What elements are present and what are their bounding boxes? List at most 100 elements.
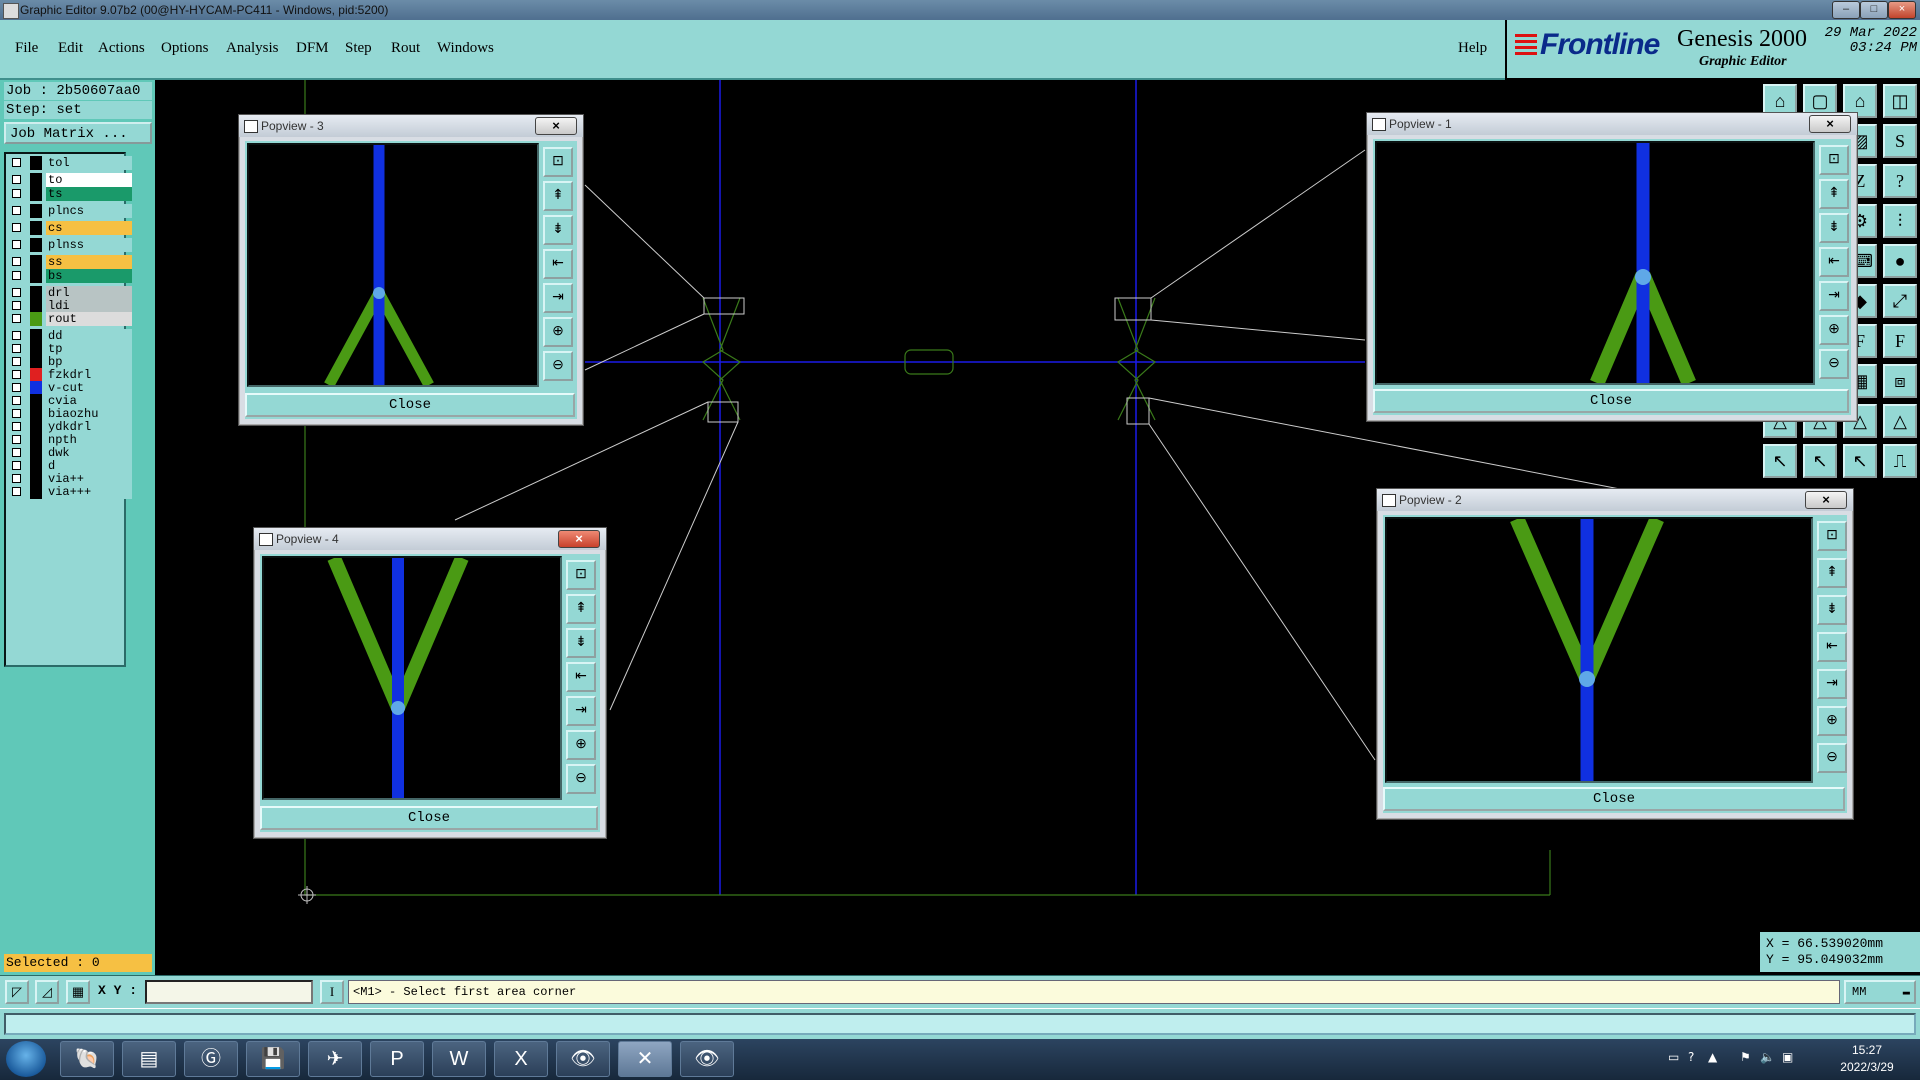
layer-name[interactable]: bp <box>46 355 132 369</box>
taskbar-app-word[interactable]: W <box>432 1041 486 1077</box>
menu-windows[interactable]: Windows <box>437 40 494 57</box>
layer-color-swatch[interactable] <box>30 407 42 421</box>
taskbar-app-notepad[interactable]: ▤ <box>122 1041 176 1077</box>
layer-checkbox[interactable] <box>12 206 21 215</box>
layer-checkbox[interactable] <box>12 240 21 249</box>
popview-3-close-x[interactable]: × <box>535 117 577 135</box>
layer-checkbox[interactable] <box>12 158 21 167</box>
layer-color-swatch[interactable] <box>30 221 42 235</box>
layer-name[interactable]: d <box>46 459 132 473</box>
menu-actions[interactable]: Actions <box>98 40 145 57</box>
tray-volume-icon[interactable]: 🔈 <box>1760 1050 1775 1064</box>
layer-color-swatch[interactable] <box>30 446 42 460</box>
layer-row-viappp[interactable]: via+++ <box>10 485 132 499</box>
dot-icon[interactable]: ● <box>1883 244 1917 278</box>
sliders-icon[interactable]: ⫶ <box>1883 204 1917 238</box>
layer-name[interactable]: cs <box>46 221 132 235</box>
layer-name[interactable]: ts <box>46 187 132 201</box>
layer-name[interactable]: ss <box>46 255 132 269</box>
close-window-button[interactable]: × <box>1888 1 1916 19</box>
layer-checkbox[interactable] <box>12 474 21 483</box>
maximize-button[interactable]: □ <box>1860 1 1888 19</box>
taskbar-app-save[interactable]: 💾 <box>246 1041 300 1077</box>
help-icon[interactable]: ? <box>1883 164 1917 198</box>
zoom-fit-icon[interactable]: ⊡ <box>1819 145 1849 175</box>
layer-checkbox[interactable] <box>12 409 21 418</box>
minimize-button[interactable]: – <box>1832 1 1860 19</box>
layer-name[interactable]: tp <box>46 342 132 356</box>
layer-name[interactable]: v-cut <box>46 381 132 395</box>
layer-row-ldi[interactable]: ldi <box>10 299 132 313</box>
pan-left-icon[interactable]: ⇤ <box>543 249 573 279</box>
layer-name[interactable]: biaozhu <box>46 407 132 421</box>
layer-color-swatch[interactable] <box>30 394 42 408</box>
pointer-red-icon[interactable]: ↖ <box>1803 444 1837 478</box>
menu-file[interactable]: File <box>15 40 38 57</box>
menu-rout[interactable]: Rout <box>391 40 420 57</box>
layer-name[interactable]: drl <box>46 286 132 300</box>
pointer-icon[interactable]: ↖ <box>1763 444 1797 478</box>
taskbar-app-red[interactable]: Ⓖ <box>184 1041 238 1077</box>
layer-color-swatch[interactable] <box>30 420 42 434</box>
layer-checkbox[interactable] <box>12 257 21 266</box>
tray-flag-icon[interactable]: ⚑ <box>1740 1050 1751 1064</box>
layer-checkbox[interactable] <box>12 223 21 232</box>
layer-row-ss[interactable]: ss <box>10 255 132 269</box>
layer-name[interactable]: ldi <box>46 299 132 313</box>
layer-row-plncs[interactable]: plncs <box>10 204 132 218</box>
layer-color-swatch[interactable] <box>30 459 42 473</box>
taskbar-app-excel[interactable]: X <box>494 1041 548 1077</box>
layer-checkbox[interactable] <box>12 175 21 184</box>
grid-icon[interactable]: ▦ <box>66 980 90 1004</box>
layer-row-bp[interactable]: bp <box>10 355 132 369</box>
layer-row-viapp[interactable]: via++ <box>10 472 132 486</box>
stair-icon[interactable]: ⎍ <box>1883 444 1917 478</box>
pan-up-icon[interactable]: ⇞ <box>566 594 596 624</box>
zoom-out-icon[interactable]: ⊖ <box>1817 743 1847 773</box>
layer-name[interactable]: dwk <box>46 446 132 460</box>
pointer2-icon[interactable]: ↖ <box>1843 444 1877 478</box>
snap-icon[interactable]: ◸ <box>5 980 29 1004</box>
layer-row-ts[interactable]: ts <box>10 187 132 201</box>
layer-name[interactable]: to <box>46 173 132 187</box>
layer-checkbox[interactable] <box>12 288 21 297</box>
pan-up-icon[interactable]: ⇞ <box>1819 179 1849 209</box>
layer-color-swatch[interactable] <box>30 299 42 313</box>
layer-color-swatch[interactable] <box>30 329 42 343</box>
layer-row-ydkdrl[interactable]: ydkdrl <box>10 420 132 434</box>
layer-color-swatch[interactable] <box>30 433 42 447</box>
layer-row-rout[interactable]: rout <box>10 312 132 326</box>
layer-name[interactable]: tol <box>46 156 132 170</box>
popview-1-close-x[interactable]: × <box>1809 115 1851 133</box>
taskbar-app-messenger[interactable]: ✈ <box>308 1041 362 1077</box>
popview-2-close-button[interactable]: Close <box>1383 787 1845 811</box>
taskbar-app-view[interactable]: 👁 <box>680 1041 734 1077</box>
layer-color-swatch[interactable] <box>30 238 42 252</box>
pan-up-icon[interactable]: ⇞ <box>543 181 573 211</box>
layer-color-swatch[interactable] <box>30 472 42 486</box>
layer-row-fzkdrl[interactable]: fzkdrl <box>10 368 132 382</box>
layer-color-swatch[interactable] <box>30 286 42 300</box>
zoom-fit-icon[interactable]: ⊡ <box>1817 521 1847 551</box>
layer-row-plnss[interactable]: plnss <box>10 238 132 252</box>
layer-checkbox[interactable] <box>12 370 21 379</box>
layer-checkbox[interactable] <box>12 314 21 323</box>
layer-name[interactable]: via+++ <box>46 485 132 499</box>
taskbar-clock[interactable]: 15:27 2022/3/29 <box>1832 1042 1902 1076</box>
tray-monitor-icon[interactable]: ▣ <box>1782 1050 1793 1064</box>
pan-right-icon[interactable]: ⇥ <box>1819 281 1849 311</box>
job-matrix-button[interactable]: Job Matrix ... <box>4 122 152 144</box>
pan-down-icon[interactable]: ⇟ <box>1819 213 1849 243</box>
layer-row-drl[interactable]: drl <box>10 286 132 300</box>
layer-checkbox[interactable] <box>12 487 21 496</box>
layer-row-d[interactable]: d <box>10 459 132 473</box>
taskbar-app-shell[interactable]: 🐚 <box>60 1041 114 1077</box>
layer-color-swatch[interactable] <box>30 485 42 499</box>
layer-color-swatch[interactable] <box>30 269 42 283</box>
layer-name[interactable]: dd <box>46 329 132 343</box>
layer-color-swatch[interactable] <box>30 156 42 170</box>
layer-checkbox[interactable] <box>12 422 21 431</box>
menu-edit[interactable]: Edit <box>58 40 83 57</box>
layer-row-npth[interactable]: npth <box>10 433 132 447</box>
layer-color-swatch[interactable] <box>30 204 42 218</box>
